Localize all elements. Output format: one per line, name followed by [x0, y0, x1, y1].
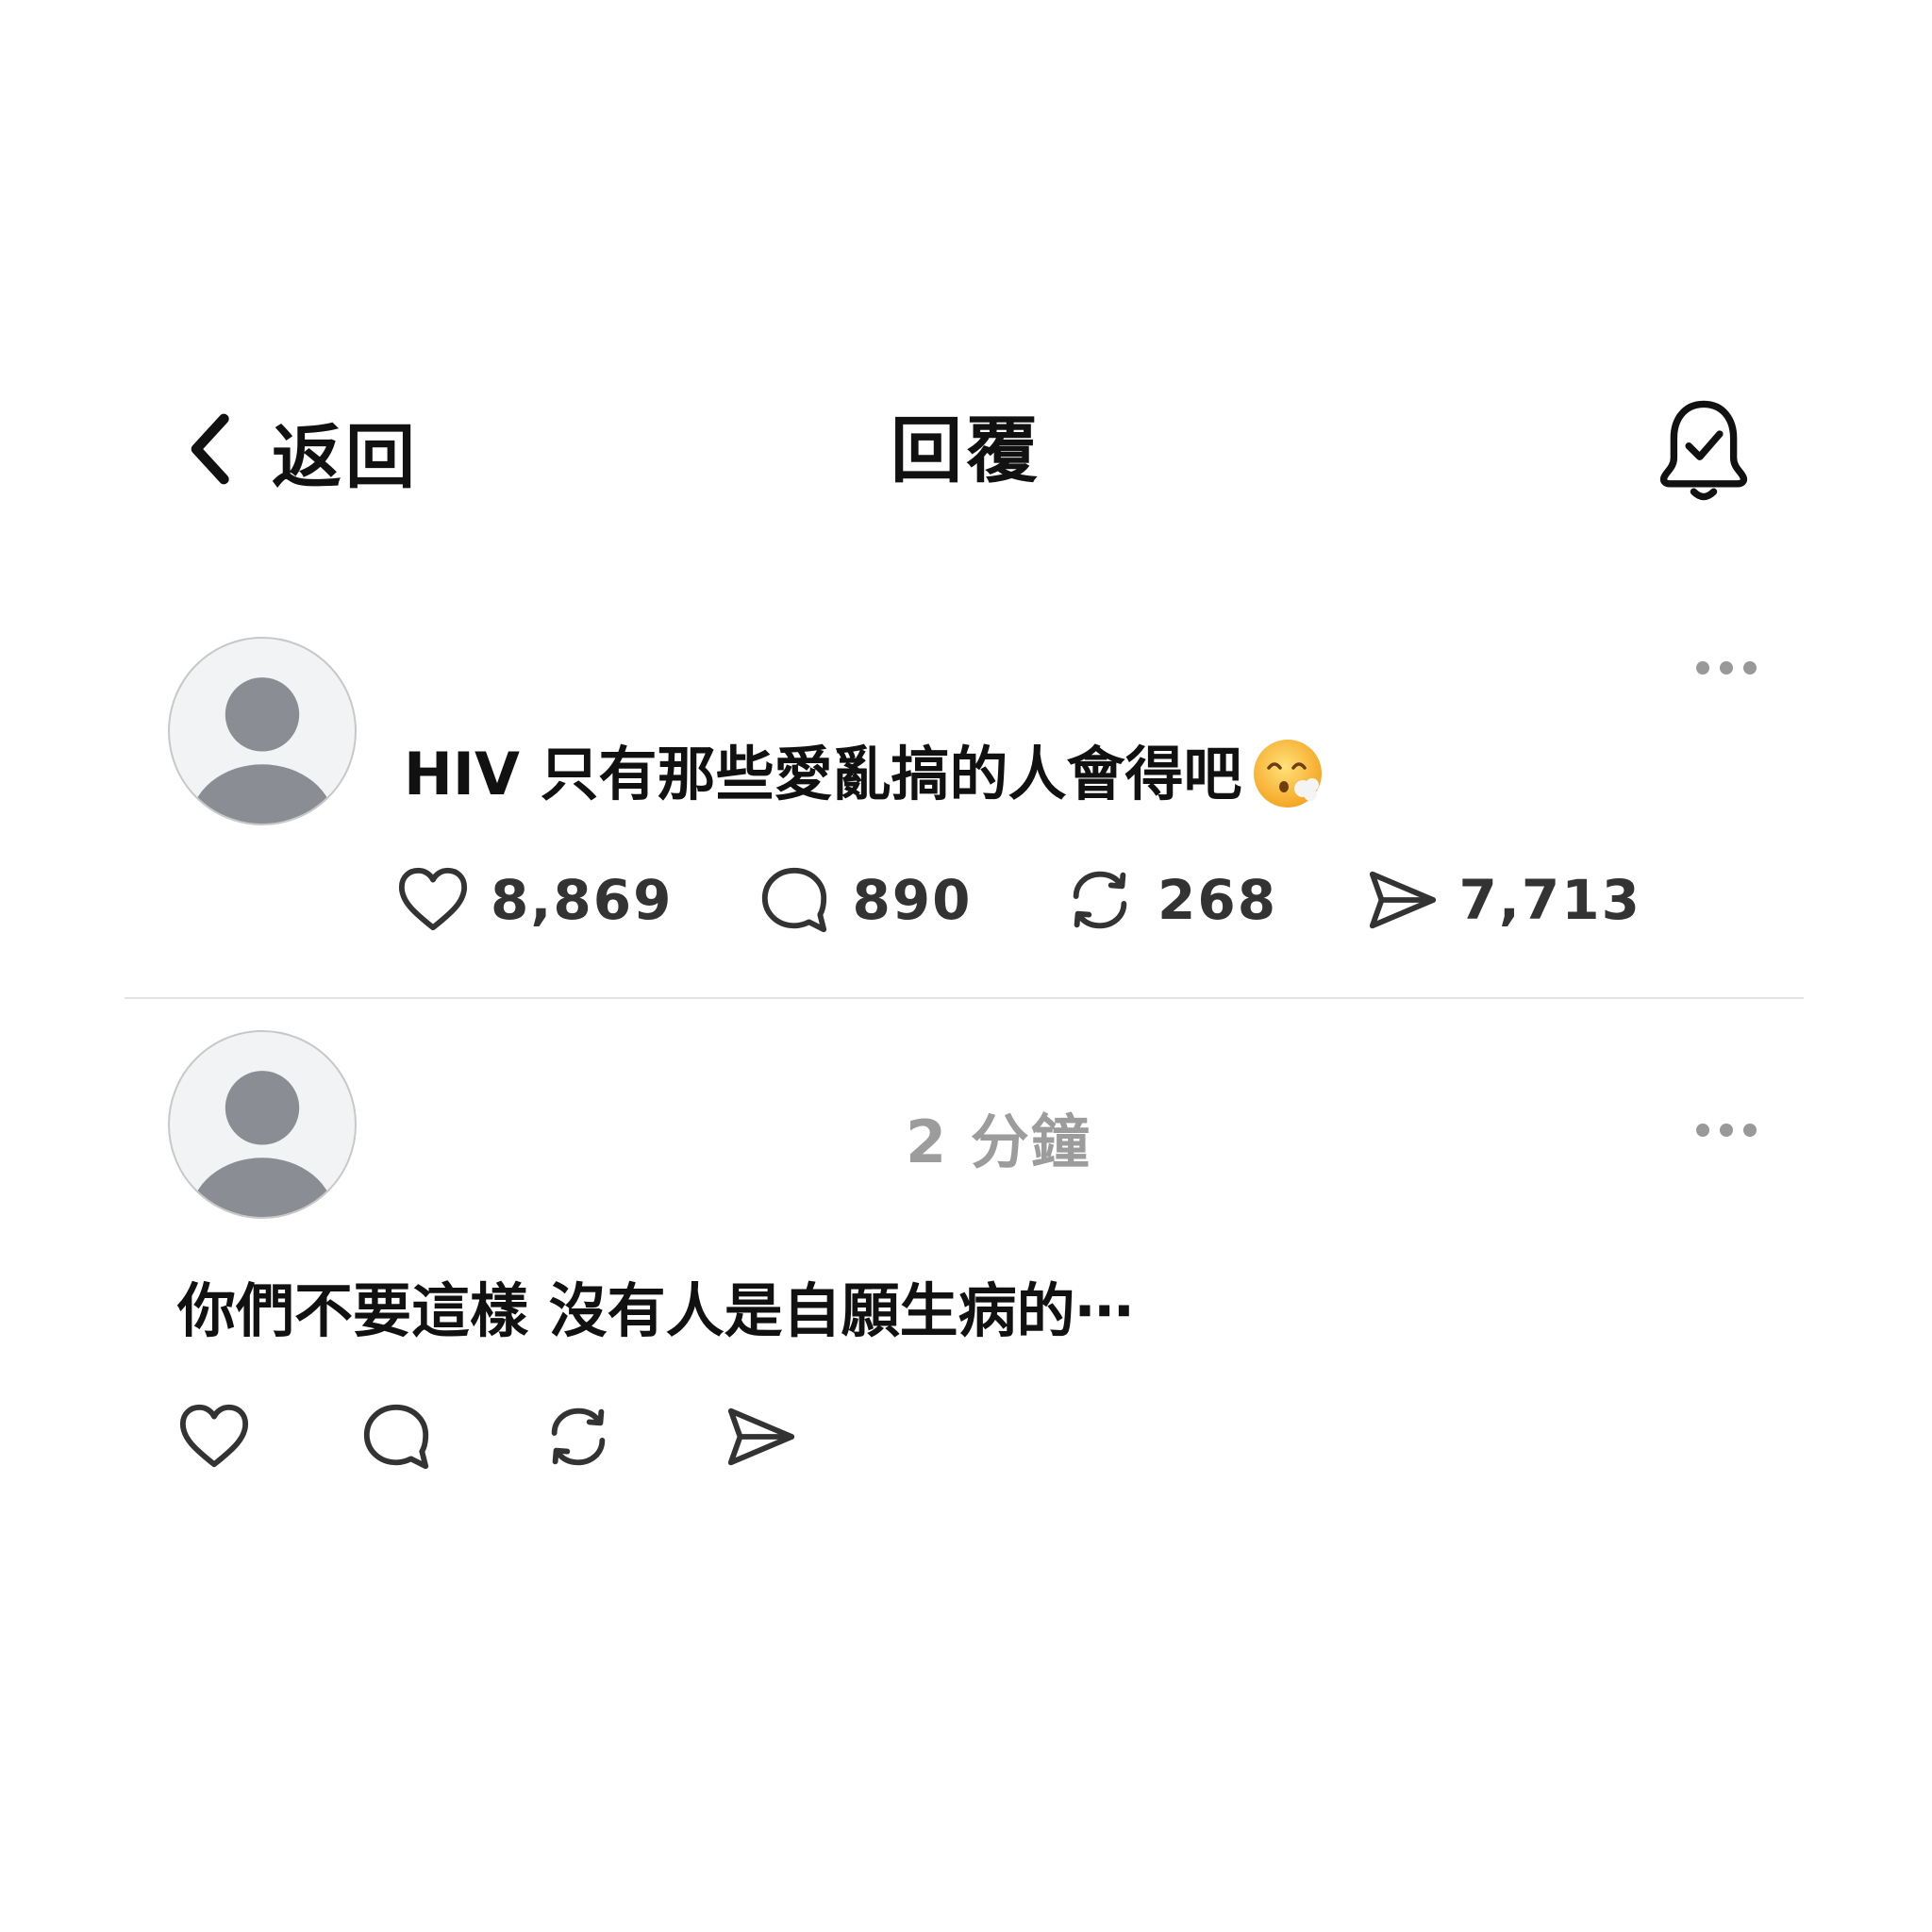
share-button[interactable]: 7,713	[1365, 863, 1641, 937]
share-button[interactable]	[724, 1400, 797, 1474]
avatar[interactable]	[168, 637, 357, 825]
repost-button[interactable]	[541, 1400, 724, 1474]
heart-icon	[179, 1404, 249, 1468]
like-button[interactable]: 8,869	[396, 863, 758, 937]
post-text: HIV 只有那些愛亂搞的人會得吧	[404, 732, 1325, 817]
repost-count: 268	[1157, 868, 1278, 932]
back-button[interactable]: 返回	[185, 406, 419, 498]
default-user-icon	[190, 677, 335, 824]
avatar[interactable]	[168, 1030, 357, 1219]
comment-count: 890	[852, 868, 973, 932]
heart-icon	[398, 867, 468, 931]
send-icon	[1369, 871, 1436, 929]
comment-button[interactable]	[359, 1400, 541, 1474]
bell-check-icon	[1653, 396, 1755, 506]
reply-actions	[177, 1400, 797, 1474]
send-icon	[727, 1407, 795, 1466]
repost-icon	[551, 1407, 606, 1466]
face-exhaling-emoji-icon	[1250, 736, 1325, 811]
back-label: 返回	[272, 416, 419, 498]
comment-bubble-icon	[762, 867, 827, 933]
chevron-left-icon	[185, 411, 238, 491]
post-actions: 8,869 890 268 7,713	[396, 863, 1641, 937]
like-count: 8,869	[491, 868, 674, 932]
reply-text: 你們不要這樣 沒有人是自願生病的⋯	[177, 1276, 1134, 1345]
more-options-button[interactable]	[1693, 1111, 1759, 1149]
like-button[interactable]	[177, 1400, 359, 1474]
comment-button[interactable]: 890	[758, 863, 1063, 937]
post-body: HIV 只有那些愛亂搞的人會得吧	[404, 740, 1242, 808]
reply-timestamp: 2 分鐘	[906, 1108, 1091, 1176]
notification-bell-button[interactable]	[1653, 396, 1755, 506]
more-dots-icon	[1696, 1124, 1757, 1137]
more-options-button[interactable]	[1693, 649, 1759, 687]
default-user-icon	[190, 1071, 335, 1217]
comment-bubble-icon	[363, 1404, 429, 1470]
repost-icon	[1073, 871, 1127, 929]
divider	[125, 997, 1804, 999]
share-count: 7,713	[1458, 868, 1641, 932]
more-dots-icon	[1696, 661, 1757, 675]
page-title: 回覆	[891, 408, 1041, 492]
repost-button[interactable]: 268	[1063, 863, 1365, 937]
